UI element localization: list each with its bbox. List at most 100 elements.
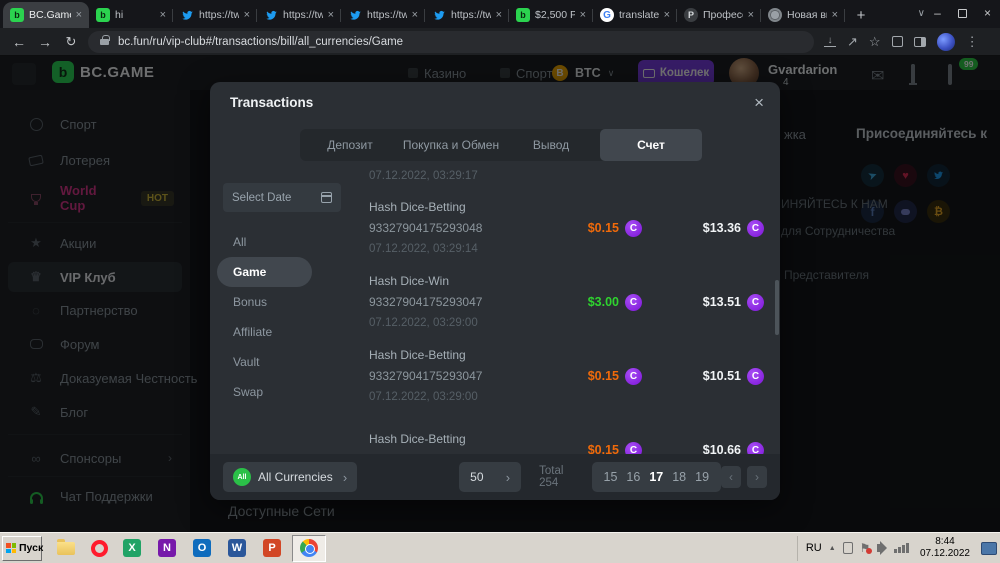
- network-signal-icon[interactable]: [894, 543, 909, 553]
- page-15[interactable]: 15: [604, 470, 618, 484]
- browser-tab-hi[interactable]: b hi ×: [89, 2, 173, 28]
- reload-button[interactable]: ↻: [58, 34, 84, 50]
- select-date-button[interactable]: Select Date: [223, 183, 341, 212]
- modal-body: Select Date All Game Bonus Affiliate Vau…: [210, 168, 780, 454]
- tab-close-icon[interactable]: ×: [76, 9, 82, 21]
- browser-tab-translate[interactable]: G translate ×: [593, 2, 677, 28]
- page-size-value: 50: [470, 470, 483, 484]
- page-18[interactable]: 18: [672, 470, 686, 484]
- transaction-list[interactable]: 07.12.2022, 03:29:17 Hash Dice-Betting 9…: [355, 168, 780, 454]
- browser-tab-twitter-3[interactable]: https://tw ×: [341, 2, 425, 28]
- tab-bill[interactable]: Счет: [600, 129, 702, 161]
- tab-buy-swap[interactable]: Покупка и Обмен: [400, 129, 502, 161]
- taskbar-excel[interactable]: X: [120, 536, 144, 560]
- taskbar-outlook[interactable]: O: [190, 536, 214, 560]
- bookmark-star-icon[interactable]: ☆: [869, 34, 881, 50]
- new-tab-button[interactable]: +: [849, 3, 873, 27]
- transaction-amount: $0.15: [588, 221, 619, 235]
- browser-tab-promo[interactable]: b $2,500 Pr ×: [509, 2, 593, 28]
- back-button[interactable]: ←: [6, 34, 32, 50]
- tab-label: translate: [619, 9, 659, 21]
- browser-menu-icon[interactable]: ⋮: [966, 34, 979, 50]
- prev-page-button[interactable]: ‹: [721, 466, 741, 488]
- browser-tab-newtab[interactable]: Новая вк ×: [761, 2, 845, 28]
- action-center-flag-icon[interactable]: ⚑: [860, 541, 871, 555]
- volume-icon[interactable]: [877, 544, 881, 552]
- page-16[interactable]: 16: [626, 470, 640, 484]
- tab-label: https://tw: [283, 9, 323, 21]
- browser-tab-twitter-1[interactable]: https://tw ×: [173, 2, 257, 28]
- modal-close-icon[interactable]: ×: [754, 94, 764, 111]
- show-desktop-button[interactable]: [981, 542, 997, 555]
- address-bar[interactable]: bc.fun/ru/vip-club#/transactions/bill/al…: [88, 31, 814, 53]
- start-button[interactable]: Пуск: [2, 536, 42, 561]
- taskbar-word[interactable]: W: [225, 536, 249, 560]
- google-favicon: G: [600, 8, 614, 22]
- tray-clock[interactable]: 8:44 07.12.2022: [920, 536, 970, 560]
- transactions-modal: Transactions × Депозит Покупка и Обмен В…: [210, 82, 780, 500]
- windows-taskbar: Пуск X N O W P RU ▲ ⚑ 8:44 07.12.2022: [0, 532, 1000, 563]
- taskbar-chrome-active[interactable]: [292, 535, 326, 562]
- filter-affiliate[interactable]: Affiliate: [223, 317, 355, 347]
- window-restore-button[interactable]: [950, 0, 975, 26]
- extensions-icon[interactable]: [892, 36, 903, 47]
- install-icon[interactable]: ↓: [824, 37, 836, 47]
- tab-close-icon[interactable]: ×: [496, 9, 502, 21]
- transaction-balance: $13.36: [703, 221, 741, 235]
- filter-game[interactable]: Game: [217, 257, 312, 287]
- twitter-favicon: [180, 8, 194, 22]
- share-icon[interactable]: ↗: [847, 34, 858, 50]
- taskbar-opera[interactable]: [87, 536, 111, 560]
- tab-withdraw[interactable]: Вывод: [502, 129, 600, 161]
- language-indicator[interactable]: RU: [806, 542, 822, 554]
- tab-close-icon[interactable]: ×: [748, 9, 754, 21]
- tab-close-icon[interactable]: ×: [328, 9, 334, 21]
- tab-close-icon[interactable]: ×: [664, 9, 670, 21]
- coin-icon: C: [625, 220, 642, 237]
- tab-close-icon[interactable]: ×: [832, 9, 838, 21]
- tab-deposit[interactable]: Депозит: [300, 129, 400, 161]
- forward-button[interactable]: →: [32, 34, 58, 50]
- taskbar-onenote[interactable]: N: [155, 536, 179, 560]
- select-date-label: Select Date: [232, 192, 313, 204]
- twitter-favicon: [432, 8, 446, 22]
- page-19[interactable]: 19: [695, 470, 709, 484]
- page-size-selector[interactable]: 50 ›: [459, 462, 521, 492]
- browser-tab-twitter-2[interactable]: https://tw ×: [257, 2, 341, 28]
- tab-close-icon[interactable]: ×: [244, 9, 250, 21]
- window-close-button[interactable]: ×: [975, 0, 1000, 26]
- filter-bonus[interactable]: Bonus: [223, 287, 355, 317]
- modal-footer: All All Currencies › 50 › Total 254 15 1…: [210, 454, 780, 500]
- filter-vault[interactable]: Vault: [223, 347, 355, 377]
- filter-swap[interactable]: Swap: [223, 377, 355, 407]
- transaction-date-partial: 07.12.2022, 03:29:17: [369, 170, 764, 188]
- filter-all[interactable]: All: [223, 227, 355, 257]
- tab-close-icon[interactable]: ×: [580, 9, 586, 21]
- tab-close-icon[interactable]: ×: [160, 9, 166, 21]
- browser-tab-profession[interactable]: P Профессо ×: [677, 2, 761, 28]
- side-panel-icon[interactable]: [914, 37, 926, 47]
- page-17-current[interactable]: 17: [649, 470, 663, 484]
- word-icon: W: [228, 539, 246, 557]
- next-page-button[interactable]: ›: [747, 466, 767, 488]
- browser-profile-avatar[interactable]: [937, 33, 955, 51]
- list-scrollbar[interactable]: [775, 280, 779, 335]
- coin-icon: C: [625, 368, 642, 385]
- tab-close-icon[interactable]: ×: [412, 9, 418, 21]
- taskbar-file-explorer[interactable]: [54, 536, 78, 560]
- taskbar-powerpoint[interactable]: P: [260, 536, 284, 560]
- hidden-icons-chevron[interactable]: ▲: [829, 545, 836, 552]
- tab-search-chevron-icon[interactable]: ∨: [918, 8, 925, 19]
- transaction-row: Hash Dice-Win 93327904175293047 07.12.20…: [369, 268, 764, 336]
- transaction-amount: $0.15: [588, 369, 619, 383]
- window-controls: – ×: [925, 0, 1000, 26]
- tab-label: BC.Game:: [29, 9, 71, 21]
- chrome-icon: [300, 539, 318, 557]
- browser-tab-bcgame[interactable]: b BC.Game: ×: [3, 2, 89, 28]
- tray-app-icon[interactable]: [843, 542, 853, 554]
- transaction-id: 93327904175293048: [369, 218, 546, 239]
- window-minimize-button[interactable]: –: [925, 0, 950, 26]
- browser-tab-twitter-4[interactable]: https://tw ×: [425, 2, 509, 28]
- coin-icon: C: [747, 442, 764, 455]
- all-currencies-button[interactable]: All All Currencies ›: [223, 462, 357, 492]
